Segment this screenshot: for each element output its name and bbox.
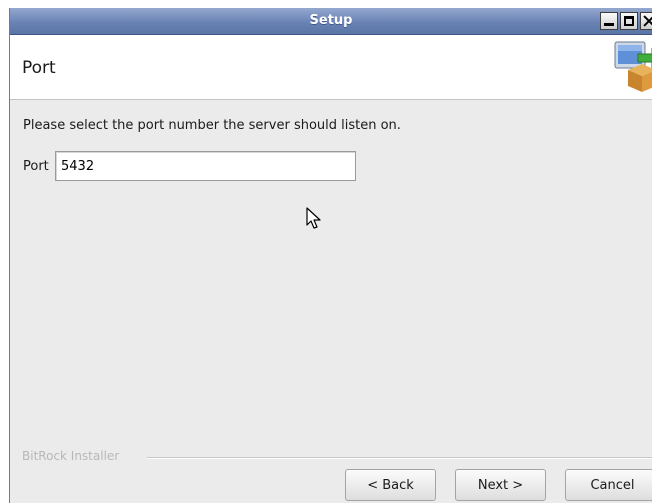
back-button[interactable]: < Back [345,469,436,501]
window-controls [600,12,652,30]
instruction-text: Please select the port number the server… [23,118,401,133]
window-title: Setup [309,13,353,28]
maximize-icon[interactable] [620,12,638,30]
installer-branding: BitRock Installer [22,449,120,463]
installer-box-icon [612,40,652,96]
footer-divider [147,457,652,459]
minimize-icon[interactable] [600,12,618,30]
setup-window: Setup Port Please select the port number… [9,8,652,503]
port-input[interactable] [55,151,356,181]
mouse-pointer-icon [306,207,322,235]
port-label: Port [23,159,49,174]
titlebar[interactable]: Setup [10,8,652,35]
page-header: Port [10,35,652,100]
page-title: Port [22,58,56,78]
close-icon[interactable] [640,12,652,30]
cancel-button[interactable]: Cancel [565,469,652,501]
next-button[interactable]: Next > [455,469,546,501]
